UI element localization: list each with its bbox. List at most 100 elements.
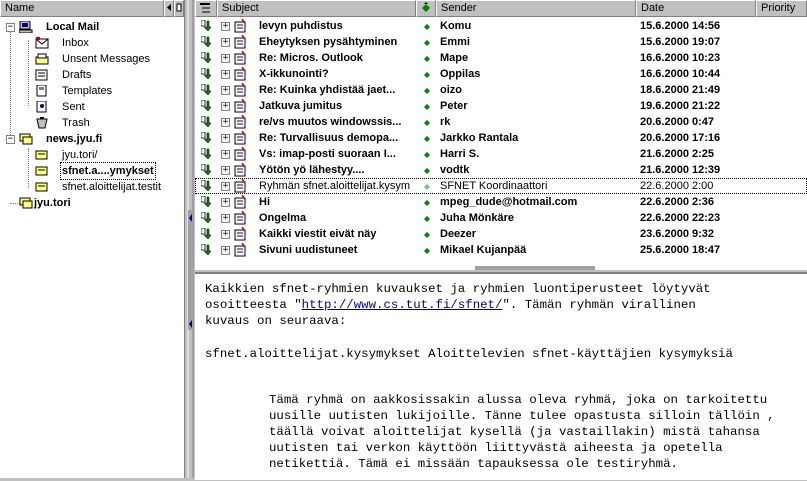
message-list[interactable]: Subject Sender Date Priority + levyn puhd… <box>195 0 807 270</box>
expand-thread-toggle[interactable]: + <box>221 246 230 255</box>
server-news-jyu[interactable]: − news.jyu.fi <box>0 131 184 147</box>
table-row[interactable]: + Yötön yö lähestyy.... vodtk 21.6.2000 12:… <box>195 162 807 178</box>
expand-thread-toggle[interactable]: + <box>221 182 230 191</box>
folder-unsent[interactable]: Unsent Messages <box>0 51 184 67</box>
folder-trash[interactable]: Trash <box>0 115 184 131</box>
message-date: 15.6.2000 19:07 <box>640 36 721 48</box>
status-diamond-icon <box>424 232 430 238</box>
news-message-icon <box>234 67 246 81</box>
news-message-icon <box>234 99 246 113</box>
close-pane-button[interactable] <box>174 0 184 17</box>
newsgroup-label-selected: sfnet.a....ymykset <box>60 162 156 180</box>
folder-sent[interactable]: Sent <box>0 99 184 115</box>
splitter-grip-icon <box>187 0 194 478</box>
newsgroup-jyu-tori[interactable]: jyu.tori/ <box>0 147 184 163</box>
server-label: jyu.tori <box>34 197 71 209</box>
thread-column-header[interactable] <box>195 0 217 17</box>
message-sender: Oppilas <box>440 68 481 80</box>
table-row[interactable]: + Hi mpeg_dude@hotmail.com 22.6.2000 2:36 <box>195 194 807 210</box>
expand-thread-toggle[interactable]: + <box>221 198 230 207</box>
expand-thread-toggle[interactable]: + <box>221 38 230 47</box>
collapse-toggle[interactable]: − <box>6 135 15 144</box>
table-row[interactable]: + Re: Kuinka yhdistää jaet... oizo 18.6.200… <box>195 82 807 98</box>
expand-thread-toggle[interactable]: + <box>221 102 230 111</box>
news-message-icon <box>234 179 246 193</box>
message-sender: mpeg_dude@hotmail.com <box>440 196 578 208</box>
expand-thread-toggle[interactable]: + <box>221 70 230 79</box>
sender-column-header[interactable]: Sender <box>436 0 636 17</box>
name-column-header[interactable]: Name <box>0 0 164 17</box>
subject-header-label: Subject <box>222 2 259 14</box>
collapse-toggle[interactable]: − <box>6 23 15 32</box>
date-column-header[interactable]: Date <box>636 0 756 17</box>
download-arrow-icon <box>201 228 211 240</box>
news-message-icon <box>234 83 246 97</box>
expand-thread-toggle[interactable]: + <box>221 134 230 143</box>
table-row[interactable]: + Vs: imap-posti suoraan I... Harri S. 21.6… <box>195 146 807 162</box>
message-sender: Deezer <box>440 228 477 240</box>
expand-thread-toggle[interactable]: + <box>221 118 230 127</box>
folder-drafts[interactable]: Drafts <box>0 67 184 83</box>
status-diamond-icon <box>424 248 430 254</box>
status-diamond-icon <box>424 152 430 158</box>
pane-close-icon <box>176 3 182 12</box>
expand-thread-toggle[interactable]: + <box>221 86 230 95</box>
message-date: 22.6.2000 22:23 <box>640 212 721 224</box>
status-diamond-icon <box>424 120 430 126</box>
message-subject: Re: Kuinka yhdistää jaet... <box>259 84 396 96</box>
horizontal-splitter-grip[interactable] <box>475 266 595 270</box>
message-subject: Sivuni uudistuneet <box>259 244 358 256</box>
news-message-icon <box>234 19 246 33</box>
thread-icon <box>200 3 210 13</box>
folder-pane: Name − Local Mail Inbox Unsent Messages … <box>0 0 185 478</box>
vertical-splitter[interactable] <box>185 0 195 478</box>
server-jyu-tori[interactable]: jyu.tori <box>0 195 184 211</box>
table-row[interactable]: + re/vs muutos windowssis... rk 20.6.2000 0… <box>195 114 807 130</box>
status-diamond-icon <box>424 104 430 110</box>
table-row[interactable]: + levyn puhdistus Komu 15.6.2000 14:56 <box>195 18 807 34</box>
message-sender: Mikael Kujanpää <box>440 244 527 256</box>
message-sender: vodtk <box>440 164 470 176</box>
status-diamond-icon <box>424 168 430 174</box>
message-subject: re/vs muutos windowssis... <box>259 116 402 128</box>
folder-templates[interactable]: Templates <box>0 83 184 99</box>
collapse-left-button[interactable] <box>164 0 174 17</box>
news-message-icon <box>234 243 246 257</box>
subject-column-header[interactable]: Subject <box>217 0 416 17</box>
newsgroup-sfnet-testit[interactable]: sfnet.aloittelijat.testit <box>0 179 184 195</box>
download-arrow-icon <box>201 244 211 256</box>
newsgroup-sfnet-kysymykset[interactable]: sfnet.a....ymykset <box>0 162 184 180</box>
preview-line: Tämä ryhmä on aakkosissakin alussa oleva… <box>269 393 768 407</box>
expand-thread-toggle[interactable]: + <box>221 150 230 159</box>
expand-thread-toggle[interactable]: + <box>221 214 230 223</box>
newsgroup-icon <box>35 150 48 160</box>
table-row[interactable]: + Kaikki viestit eivät näy Deezer 23.6.2000… <box>195 226 807 242</box>
priority-column-header[interactable]: Priority <box>756 0 807 17</box>
message-subject: X-ikkunointi? <box>259 68 329 80</box>
table-row[interactable]: + X-ikkunointi? Oppilas 16.6.2000 10:44 <box>195 66 807 82</box>
message-sender: Juha Mönkäre <box>440 212 514 224</box>
expand-thread-toggle[interactable]: + <box>221 22 230 31</box>
news-server-icon <box>19 197 33 209</box>
flag-column-header[interactable] <box>416 0 436 17</box>
table-row[interactable]: + Ongelma Juha Mönkäre 22.6.2000 22:23 <box>195 210 807 226</box>
preview-pane[interactable]: Kaikkien sfnet-ryhmien kuvaukset ja ryhm… <box>195 272 807 480</box>
expand-thread-toggle[interactable]: + <box>221 166 230 175</box>
table-row[interactable]: + Sivuni uudistuneet Mikael Kujanpää 25.6.2… <box>195 242 807 258</box>
priority-header-label: Priority <box>761 2 796 14</box>
expand-thread-toggle[interactable]: + <box>221 54 230 63</box>
download-arrow-icon <box>201 20 211 32</box>
table-row[interactable]: + Eheytyksen pysähtyminen Emmi 15.6.2000 19… <box>195 34 807 50</box>
folder-local-mail[interactable]: − Local Mail <box>0 19 184 35</box>
sfnet-link[interactable]: http://www.cs.tut.fi/sfnet/ <box>302 298 503 312</box>
download-arrow-icon <box>201 148 211 160</box>
newsgroup-icon <box>35 166 48 176</box>
status-diamond-icon <box>424 72 430 78</box>
trash-label: Trash <box>62 117 90 129</box>
expand-thread-toggle[interactable]: + <box>221 230 230 239</box>
table-row[interactable]: + Ryhmän sfnet.aloittelijat.kysym... SFNET… <box>195 178 807 194</box>
table-row[interactable]: + Re: Turvallisuus demopa... Jarkko Rantal… <box>195 130 807 146</box>
folder-inbox[interactable]: Inbox <box>0 35 184 51</box>
table-row[interactable]: + Re: Micros. Outlook Mape 16.6.2000 10:23 <box>195 50 807 66</box>
table-row[interactable]: + Jatkuva jumitus Peter 19.6.2000 21:22 <box>195 98 807 114</box>
